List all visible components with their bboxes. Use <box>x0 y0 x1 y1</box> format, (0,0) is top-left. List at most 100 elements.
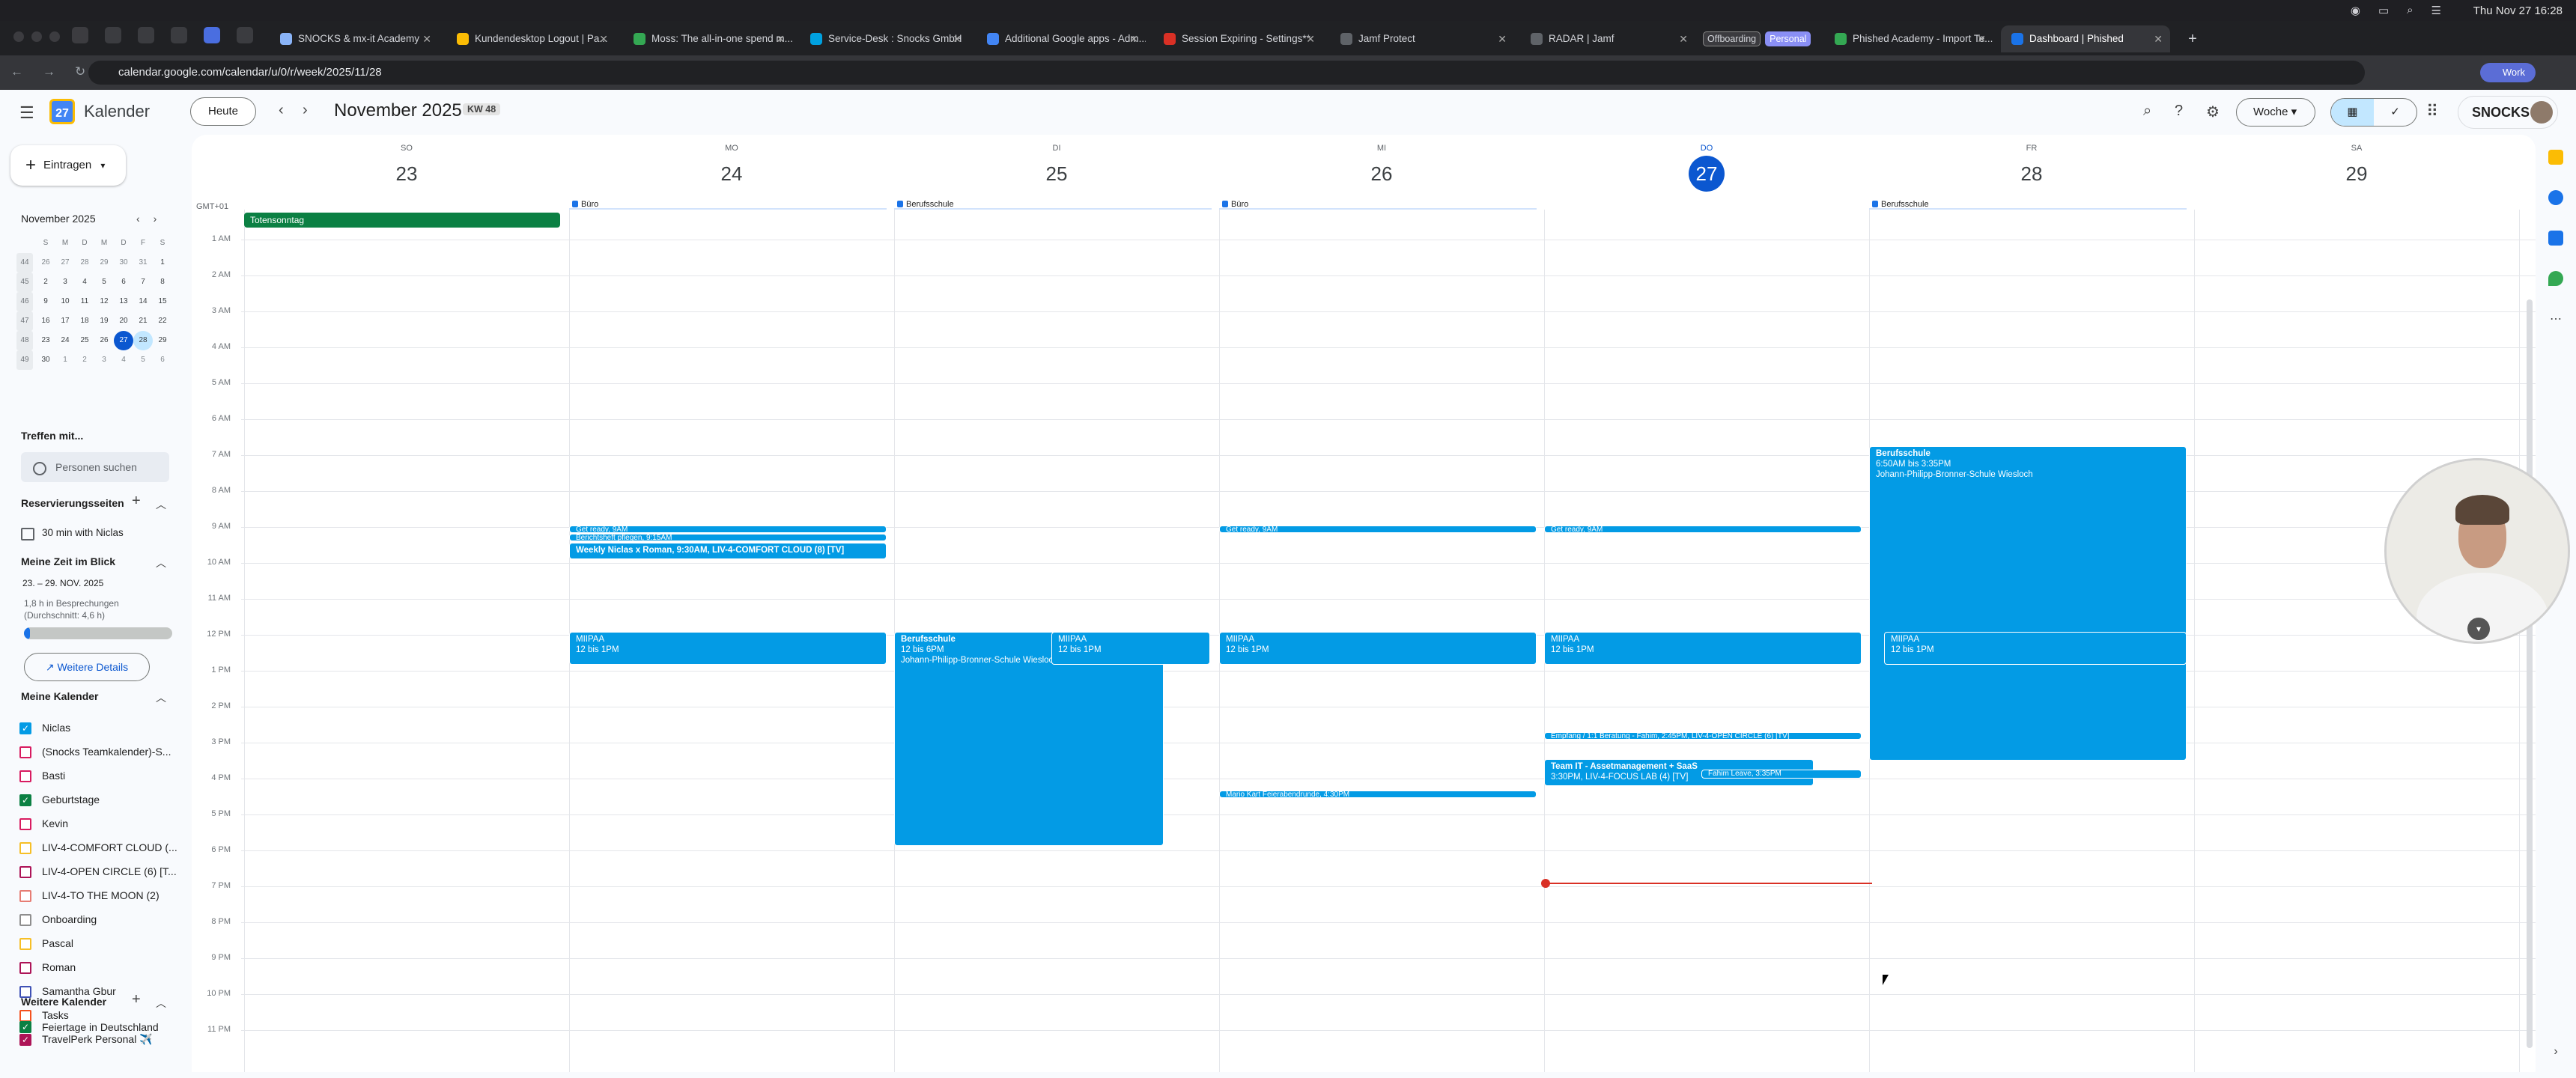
pinned-tab-app[interactable] <box>171 27 187 43</box>
mini-week-number[interactable]: 49 <box>16 350 33 370</box>
control-center-icon[interactable]: ☰ <box>2431 4 2441 17</box>
tab-groups[interactable]: Offboarding Personal <box>1697 25 1832 52</box>
allday-location-mi[interactable]: Büro <box>1219 199 1537 210</box>
mini-calendar-day[interactable]: 3 <box>94 350 114 370</box>
forward-icon[interactable]: → <box>43 64 55 79</box>
checkbox-icon[interactable] <box>19 818 31 830</box>
mini-calendar-day[interactable]: 28 <box>133 331 153 350</box>
next-week-icon[interactable]: › <box>303 102 308 119</box>
calendar-item[interactable]: (Snocks Teamkalender)-S... <box>18 740 177 764</box>
tab-service-desk[interactable]: Service-Desk : Snocks GmbH ✕ <box>800 25 969 52</box>
more-details-button[interactable]: ↗ Weitere Details <box>24 653 150 681</box>
battery-icon[interactable]: ▭ <box>2378 4 2389 17</box>
grid-scrollbar[interactable] <box>2527 299 2533 1048</box>
tab-phished-dashboard[interactable]: Dashboard | Phished ✕ <box>2001 25 2170 52</box>
mini-calendar-day[interactable]: 13 <box>114 292 133 311</box>
url-field[interactable]: calendar.google.com/calendar/u/0/r/week/… <box>88 61 2365 85</box>
day-header[interactable]: DO 27 <box>1544 135 1869 195</box>
calendar-item[interactable]: Onboarding <box>18 907 177 931</box>
account-chip[interactable]: SNOCKS <box>2458 96 2558 129</box>
keep-icon[interactable] <box>2548 150 2563 165</box>
webcam-menu-icon[interactable]: ▾ <box>2467 618 2490 640</box>
tab-kundendesktop[interactable]: Kundendesktop Logout | Pa... ✕ <box>446 25 616 52</box>
mini-calendar-day[interactable]: 28 <box>75 253 94 272</box>
day-number[interactable]: 28 <box>2014 156 2050 192</box>
mini-calendar-day[interactable]: 1 <box>153 253 172 272</box>
day-header[interactable]: DI 25 <box>894 135 1219 195</box>
apps-grid-icon[interactable]: ⠿ <box>2426 102 2438 121</box>
checkbox-icon[interactable] <box>19 962 31 974</box>
day-number[interactable]: 26 <box>1364 156 1400 192</box>
close-icon[interactable]: ✕ <box>599 25 608 52</box>
mini-calendar-day[interactable]: 15 <box>153 292 172 311</box>
mini-calendar-day[interactable]: 2 <box>75 350 94 370</box>
menu-icon[interactable]: ☰ <box>19 103 34 123</box>
event-get-ready-mi[interactable]: Get ready, 9AM <box>1219 526 1537 533</box>
mini-calendar-day[interactable]: 20 <box>114 311 133 331</box>
tab-mx-academy[interactable]: SNOCKS & mx-it Academy ✕ <box>270 25 439 52</box>
tab-group-personal[interactable]: Personal <box>1765 31 1811 46</box>
calendar-item[interactable]: Basti <box>18 764 177 788</box>
mini-calendar-day[interactable]: 6 <box>153 350 172 370</box>
day-number[interactable]: 27 <box>1689 156 1725 192</box>
chevron-up-icon[interactable]: ︿ <box>156 690 166 705</box>
mini-week-number[interactable]: 44 <box>16 253 33 272</box>
day-number[interactable]: 23 <box>389 156 425 192</box>
event-miipaa-mo[interactable]: MIIPAA 12 bis 1PM <box>569 632 887 665</box>
checkbox-icon[interactable] <box>19 770 31 782</box>
more-icon[interactable]: ⋯ <box>2548 311 2563 326</box>
mini-calendar-day[interactable]: 31 <box>133 253 153 272</box>
back-icon[interactable]: ← <box>10 64 23 79</box>
mini-calendar-day[interactable]: 21 <box>133 311 153 331</box>
event-weekly-mo[interactable]: Weekly Niclas x Roman, 9:30AM, LIV-4-COM… <box>569 543 887 559</box>
mini-calendar-day[interactable]: 29 <box>94 253 114 272</box>
checkbox-icon[interactable] <box>19 914 31 926</box>
calendar-item[interactable]: LIV-4-TO THE MOON (2) <box>18 883 177 907</box>
close-window-button[interactable] <box>13 31 24 42</box>
tab-radar-jamf[interactable]: RADAR | Jamf ✕ <box>1520 25 1695 52</box>
search-icon[interactable]: ⌕ <box>2407 4 2413 17</box>
event-miipaa-fr[interactable]: MIIPAA 12 bis 1PM <box>1884 632 2187 665</box>
tasks-icon[interactable] <box>2548 190 2563 205</box>
event-miipaa-di[interactable]: MIIPAA 12 bis 1PM <box>1051 632 1210 665</box>
close-icon[interactable]: ✕ <box>1129 25 1138 52</box>
close-icon[interactable]: ✕ <box>2154 25 2163 52</box>
tasks-view-icon[interactable]: ✓ <box>2374 99 2416 126</box>
allday-location-mo[interactable]: Büro <box>569 199 887 210</box>
close-icon[interactable]: ✕ <box>1306 25 1315 52</box>
minimize-window-button[interactable] <box>31 31 42 42</box>
close-icon[interactable]: ✕ <box>1679 25 1688 52</box>
mini-calendar-day[interactable]: 16 <box>36 311 55 331</box>
allday-location-di[interactable]: Berufsschule <box>894 199 1212 210</box>
mini-calendar-day[interactable]: 12 <box>94 292 114 311</box>
calendar-item[interactable]: Roman <box>18 955 177 979</box>
view-select[interactable]: Woche ▾ <box>2236 98 2315 127</box>
mini-calendar-day[interactable]: 10 <box>55 292 75 311</box>
people-search-input[interactable]: Personen suchen <box>21 452 169 482</box>
checkbox-icon[interactable] <box>19 746 31 758</box>
close-icon[interactable]: ✕ <box>422 25 431 52</box>
mini-calendar-day[interactable]: 1 <box>55 350 75 370</box>
day-header[interactable]: MI 26 <box>1219 135 1544 195</box>
tab-google-apps[interactable]: Additional Google apps - Adm... ✕ <box>976 25 1146 52</box>
close-icon[interactable]: ✕ <box>953 25 962 52</box>
pinned-tab-jamf[interactable] <box>138 27 154 43</box>
mini-calendar-day[interactable]: 17 <box>55 311 75 331</box>
checkbox-icon[interactable] <box>19 866 31 878</box>
mini-calendar-day[interactable]: 27 <box>114 331 133 350</box>
reload-icon[interactable]: ↻ <box>75 64 85 79</box>
pinned-tab-gmail[interactable] <box>72 27 88 43</box>
day-header[interactable]: FR 28 <box>1869 135 2194 195</box>
event-miipaa-mi[interactable]: MIIPAA 12 bis 1PM <box>1219 632 1537 665</box>
tab-moss[interactable]: Moss: The all-in-one spend m... ✕ <box>623 25 792 52</box>
calendar-item[interactable]: LIV-4-OPEN CIRCLE (6) [T... <box>18 859 177 883</box>
day-header[interactable]: SA 29 <box>2194 135 2519 195</box>
allday-location-fr[interactable]: Berufsschule <box>1869 199 2187 210</box>
event-get-ready-do[interactable]: Get ready, 9AM <box>1544 526 1862 533</box>
tab-phished-import[interactable]: Phished Academy - Import Te... ✕ <box>1824 25 1993 52</box>
mini-calendar-day[interactable]: 4 <box>114 350 133 370</box>
mini-week-number[interactable]: 45 <box>16 272 33 292</box>
mini-calendar-day[interactable]: 5 <box>133 350 153 370</box>
webcam-overlay[interactable]: ▾ <box>2384 458 2570 644</box>
mini-week-number[interactable]: 47 <box>16 311 33 331</box>
